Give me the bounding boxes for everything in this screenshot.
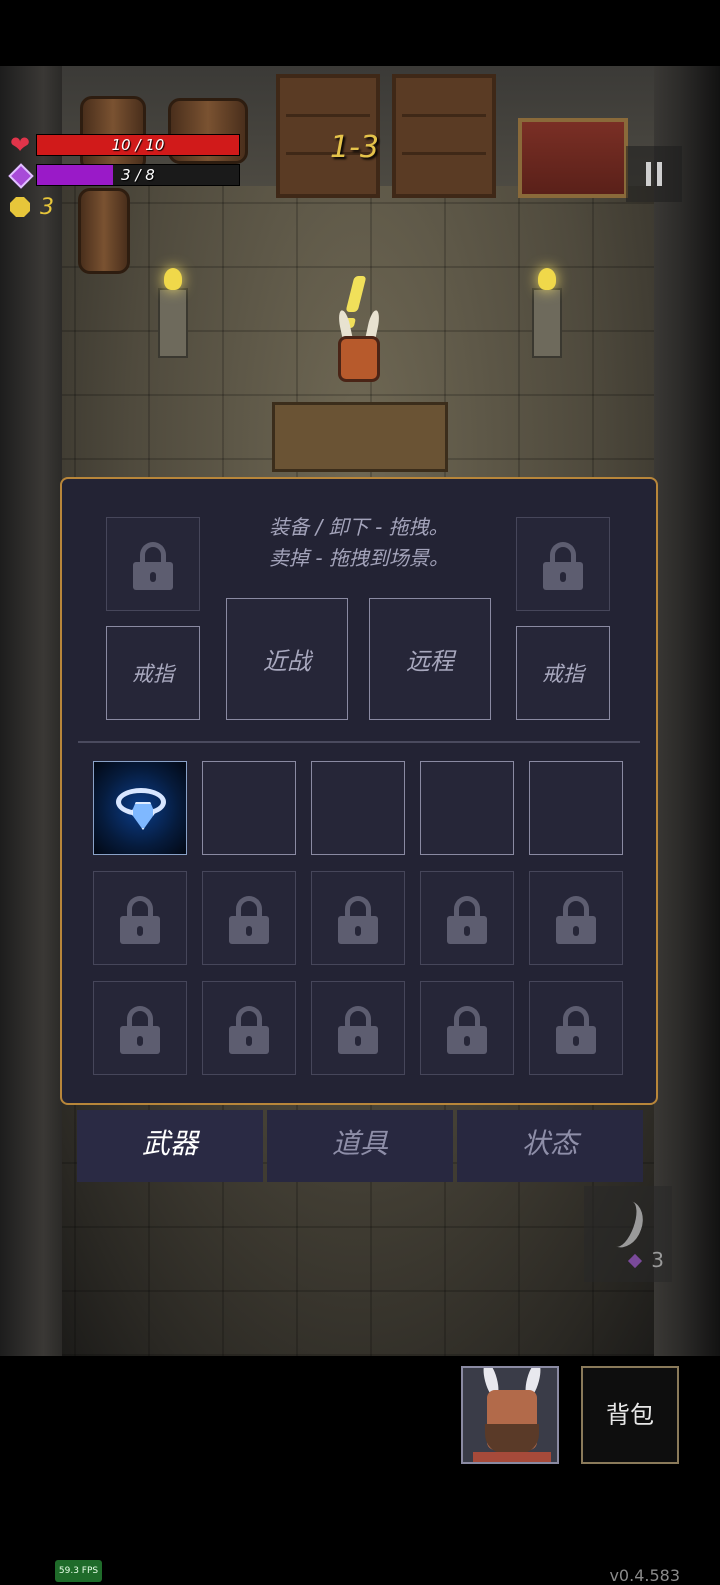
lock-icon <box>229 896 269 944</box>
tab-items[interactable]: 道具 <box>267 1110 453 1182</box>
lock-icon <box>556 896 596 944</box>
locked-inventory-slot <box>420 981 514 1075</box>
torch-stand <box>532 268 562 358</box>
locked-inventory-slot <box>93 981 187 1075</box>
ring-slot-right[interactable]: 戒指 <box>516 626 610 720</box>
dungeon-left-wall <box>0 66 62 1356</box>
hero-head <box>338 336 380 382</box>
locked-inventory-slot <box>311 871 405 965</box>
version-label: v0.4.583 <box>609 1566 680 1585</box>
lock-icon <box>543 542 583 590</box>
gold-count: 3 <box>40 194 54 220</box>
mana-gem-icon <box>8 163 32 187</box>
treasure-chest[interactable] <box>518 118 628 198</box>
hp-bar: 10 / 10 <box>36 134 240 156</box>
portrait-collar <box>473 1452 551 1462</box>
portrait-beard <box>485 1424 539 1454</box>
ring-icon <box>116 788 166 828</box>
locked-inventory-slot <box>202 871 296 965</box>
slot-label: 戒指 <box>542 662 584 686</box>
bookshelf <box>392 74 496 198</box>
locked-inventory-slot <box>529 981 623 1075</box>
inventory-slot[interactable] <box>420 761 514 855</box>
inventory-slot[interactable] <box>311 761 405 855</box>
inventory-slot-ring-item[interactable] <box>93 761 187 855</box>
lock-icon <box>229 1006 269 1054</box>
hp-bar-row: ❤ 10 / 10 <box>8 130 240 160</box>
tab-weapons[interactable]: 武器 <box>77 1110 263 1182</box>
lock-icon <box>338 896 378 944</box>
lock-icon <box>133 542 173 590</box>
mana-gem-icon <box>627 1253 643 1269</box>
ability-cost: 3 <box>651 1248 664 1272</box>
slot-label: 戒指 <box>132 662 174 686</box>
ring-slot-left[interactable]: 戒指 <box>106 626 200 720</box>
dungeon-right-wall <box>654 66 720 1356</box>
horn-icon <box>598 1195 650 1253</box>
character-portrait-button[interactable] <box>461 1366 559 1464</box>
locked-inventory-slot <box>202 981 296 1075</box>
level-indicator: 1-3 <box>330 130 379 165</box>
backpack-button[interactable]: 背包 <box>581 1366 679 1464</box>
inventory-slot[interactable] <box>202 761 296 855</box>
lock-icon <box>338 1006 378 1054</box>
exclamation-marker-icon <box>345 276 367 312</box>
locked-inventory-slot <box>93 871 187 965</box>
mana-text: 3 / 8 <box>121 166 155 184</box>
lock-icon <box>120 1006 160 1054</box>
tab-status[interactable]: 状态 <box>457 1110 643 1182</box>
heart-icon: ❤ <box>9 131 31 159</box>
inventory-slot[interactable] <box>529 761 623 855</box>
locked-inventory-slot <box>529 871 623 965</box>
hp-text: 10 / 10 <box>111 136 165 154</box>
locked-inventory-slot <box>420 871 514 965</box>
barrel <box>78 188 130 274</box>
pause-button[interactable] <box>626 146 682 202</box>
ability-button[interactable]: 3 <box>584 1186 672 1282</box>
lock-icon <box>447 896 487 944</box>
torch-stand <box>158 268 188 358</box>
lock-icon <box>556 1006 596 1054</box>
slot-label: 近战 <box>263 647 311 676</box>
panel-divider <box>78 741 640 743</box>
player-character <box>332 309 386 406</box>
locked-equip-slot <box>516 517 610 611</box>
slot-label: 远程 <box>406 647 454 676</box>
lock-icon <box>120 896 160 944</box>
merchant-table[interactable] <box>272 402 448 472</box>
locked-inventory-slot <box>311 981 405 1075</box>
ranged-slot[interactable]: 远程 <box>369 598 491 720</box>
mana-bar-row: 3 / 8 <box>8 160 240 190</box>
mana-bar: 3 / 8 <box>36 164 240 186</box>
locked-equip-slot <box>106 517 200 611</box>
lock-icon <box>447 1006 487 1054</box>
fps-counter: 59.3 FPS <box>55 1560 102 1582</box>
gold-row: 3 <box>8 192 54 222</box>
equipment-panel: 装备 / 卸下 - 拖拽。 卖掉 - 拖拽到场景。 戒指 近战 远程 戒指 <box>60 477 658 1105</box>
melee-slot[interactable]: 近战 <box>226 598 348 720</box>
gold-coin-icon <box>8 195 32 219</box>
